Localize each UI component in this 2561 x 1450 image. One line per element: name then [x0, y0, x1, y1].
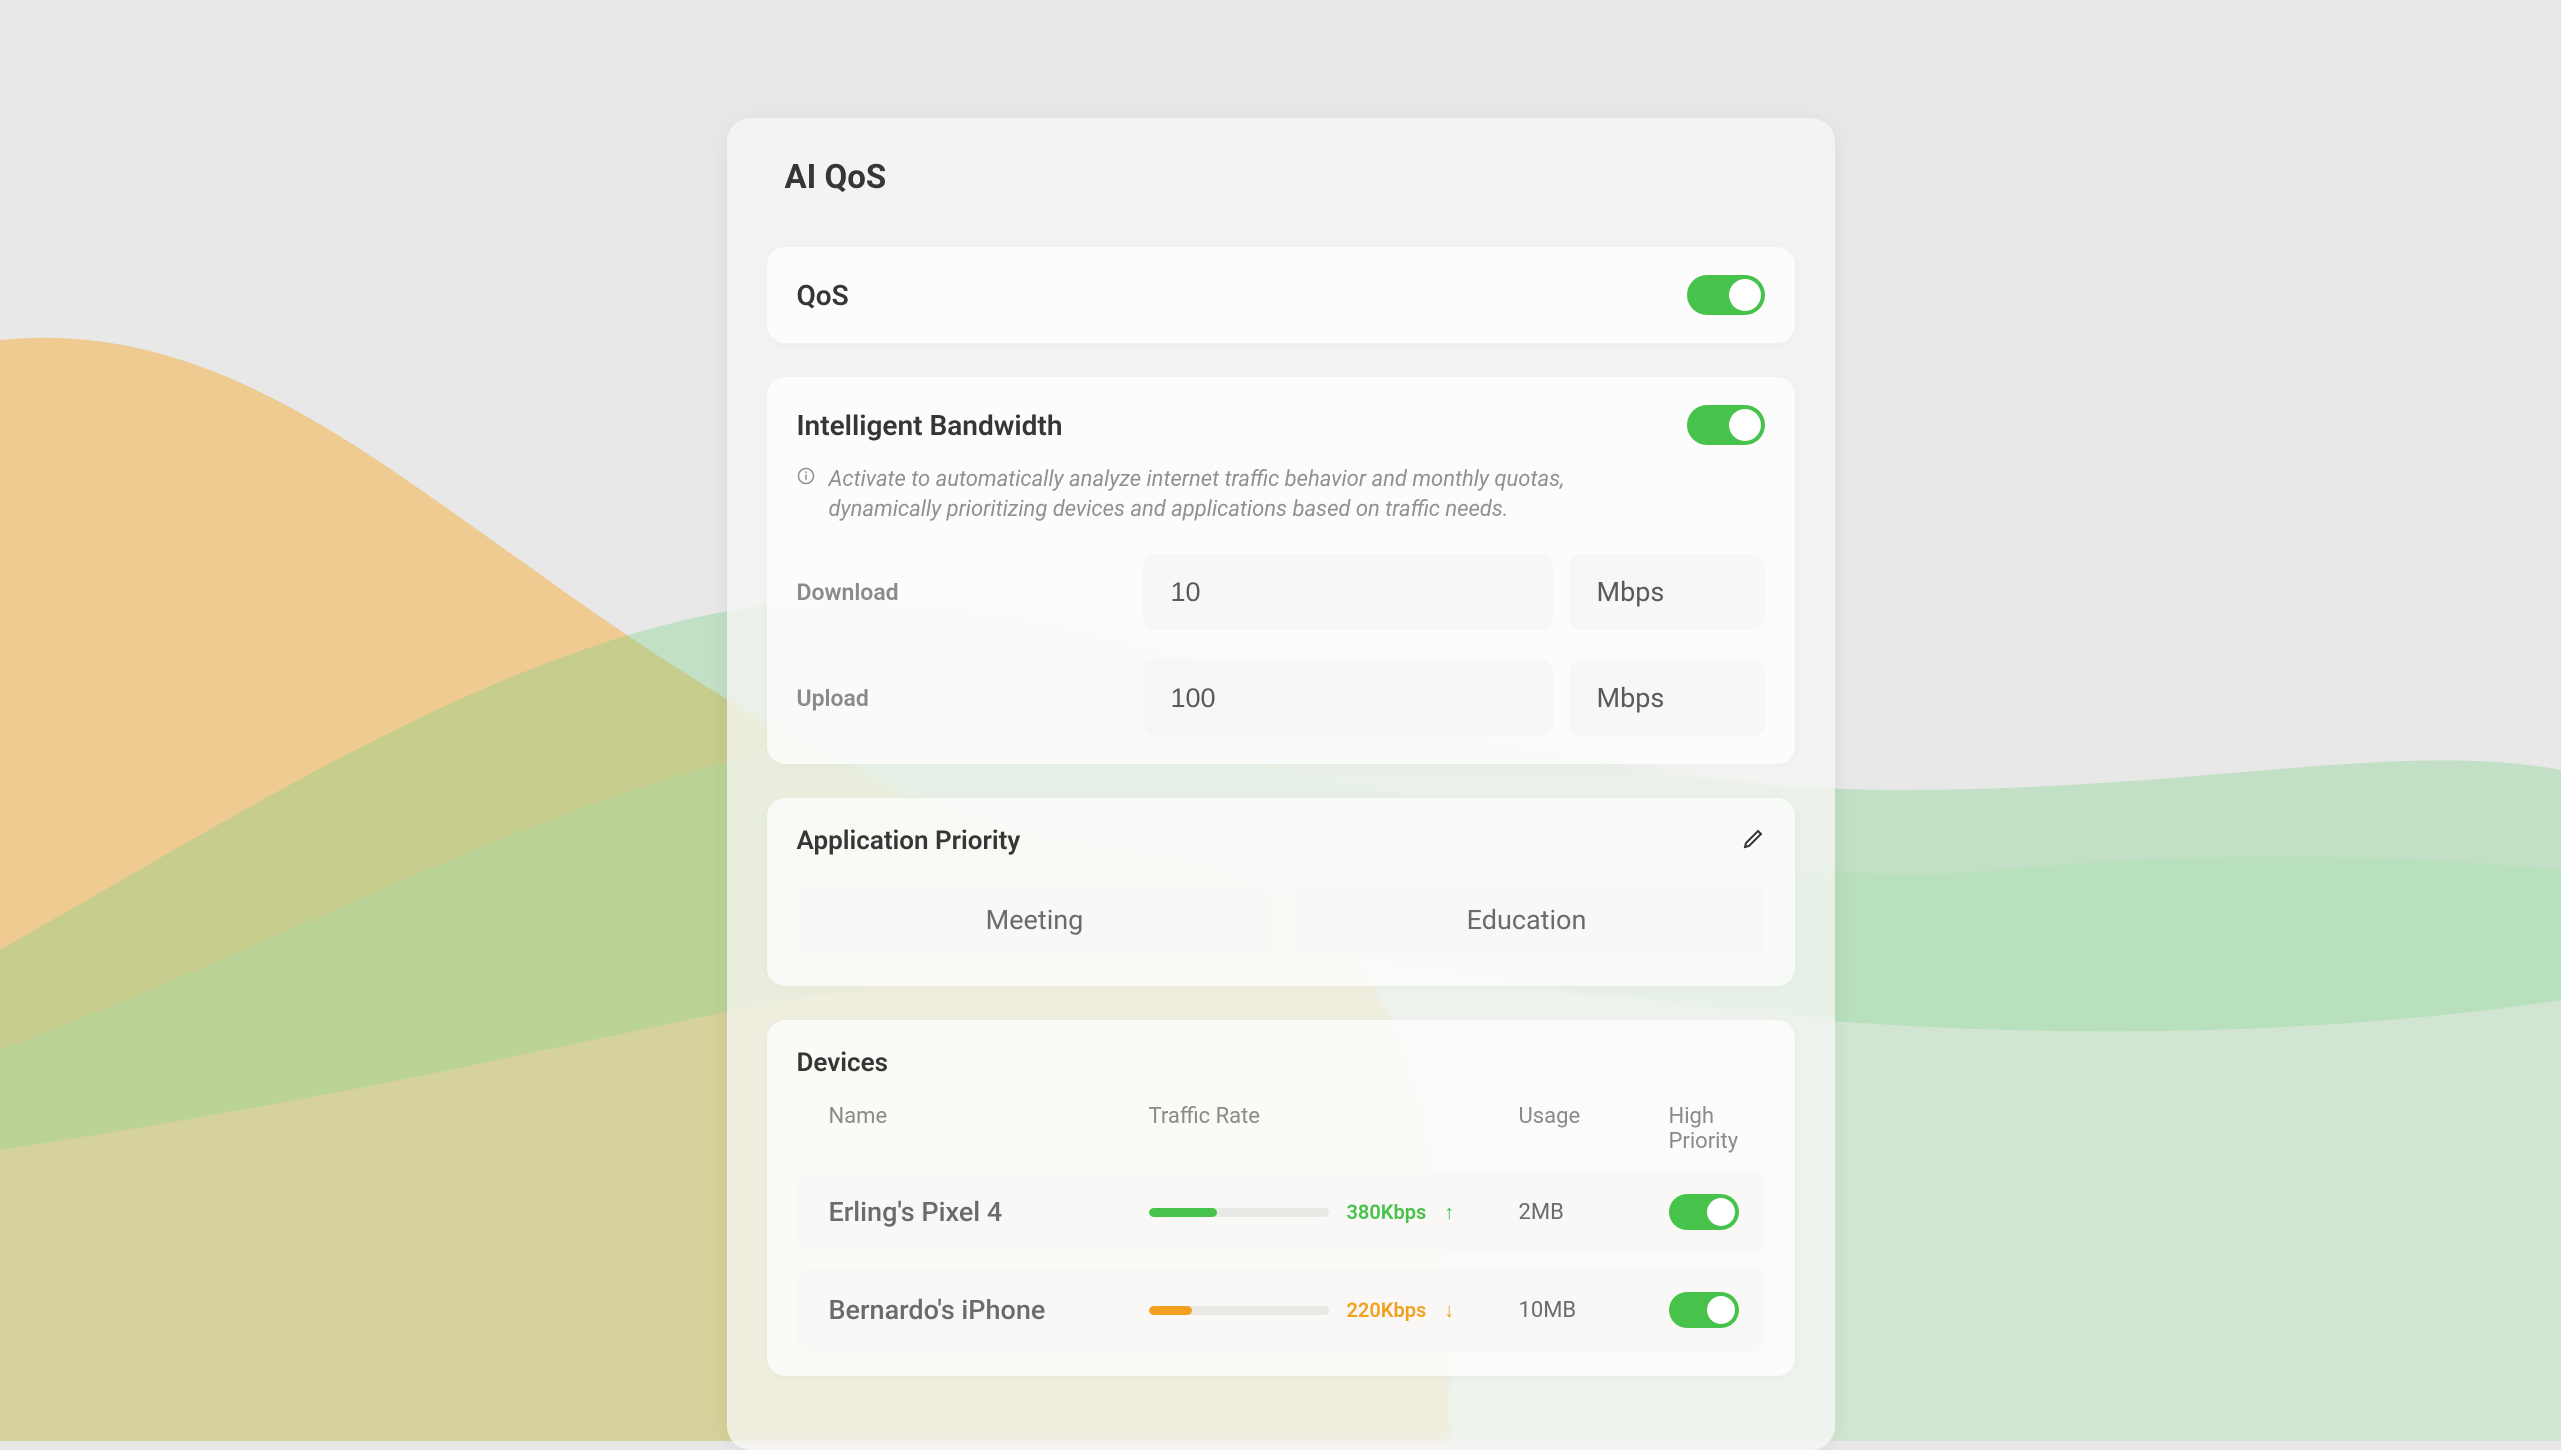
intelligent-bandwidth-info: Activate to automatically analyze intern…	[829, 465, 1655, 524]
upload-unit-select[interactable]: Mbps	[1569, 660, 1765, 736]
upload-label: Upload	[797, 685, 1127, 712]
intelligent-bandwidth-label: Intelligent Bandwidth	[797, 409, 1063, 442]
device-rate: 220Kbps ↓	[1149, 1298, 1519, 1323]
table-row: Erling's Pixel 4 380Kbps ↑ 2MB	[797, 1170, 1765, 1254]
device-rate-text: 380Kbps	[1347, 1200, 1427, 1224]
arrow-down-icon: ↓	[1444, 1298, 1454, 1323]
arrow-up-icon: ↑	[1444, 1200, 1454, 1225]
application-priority-label: Application Priority	[797, 826, 1021, 856]
col-rate: Traffic Rate	[1149, 1104, 1519, 1154]
device-name: Bernardo's iPhone	[829, 1294, 1149, 1326]
qos-card: QoS	[767, 247, 1795, 343]
col-priority: High Priority	[1669, 1104, 1739, 1154]
ai-qos-panel: AI QoS QoS Intelligent Bandwidth Activat…	[727, 118, 1835, 1450]
col-name: Name	[829, 1104, 1149, 1154]
device-rate: 380Kbps ↑	[1149, 1200, 1519, 1225]
page-title: AI QoS	[767, 158, 1795, 197]
qos-label: QoS	[797, 279, 849, 312]
download-unit-select[interactable]: Mbps	[1569, 554, 1765, 630]
devices-card: Devices Name Traffic Rate Usage High Pri…	[767, 1020, 1795, 1376]
device-rate-text: 220Kbps	[1347, 1298, 1427, 1322]
device-priority-toggle[interactable]	[1669, 1194, 1739, 1230]
app-priority-education[interactable]: Education	[1289, 882, 1765, 958]
device-usage: 2MB	[1519, 1200, 1669, 1225]
table-row: Bernardo's iPhone 220Kbps ↓ 10MB	[797, 1268, 1765, 1352]
intelligent-bandwidth-toggle[interactable]	[1687, 405, 1765, 445]
qos-toggle[interactable]	[1687, 275, 1765, 315]
col-usage: Usage	[1519, 1104, 1669, 1154]
upload-input[interactable]	[1143, 660, 1553, 736]
info-icon	[797, 467, 815, 524]
download-input[interactable]	[1143, 554, 1553, 630]
devices-label: Devices	[797, 1048, 1765, 1078]
devices-table-header: Name Traffic Rate Usage High Priority	[797, 1104, 1765, 1154]
intelligent-bandwidth-card: Intelligent Bandwidth Activate to automa…	[767, 377, 1795, 764]
app-priority-meeting[interactable]: Meeting	[797, 882, 1273, 958]
download-label: Download	[797, 579, 1127, 606]
application-priority-card: Application Priority Meeting Education	[767, 798, 1795, 986]
device-usage: 10MB	[1519, 1298, 1669, 1323]
device-name: Erling's Pixel 4	[829, 1196, 1149, 1228]
device-priority-toggle[interactable]	[1669, 1292, 1739, 1328]
edit-icon[interactable]	[1741, 827, 1765, 855]
